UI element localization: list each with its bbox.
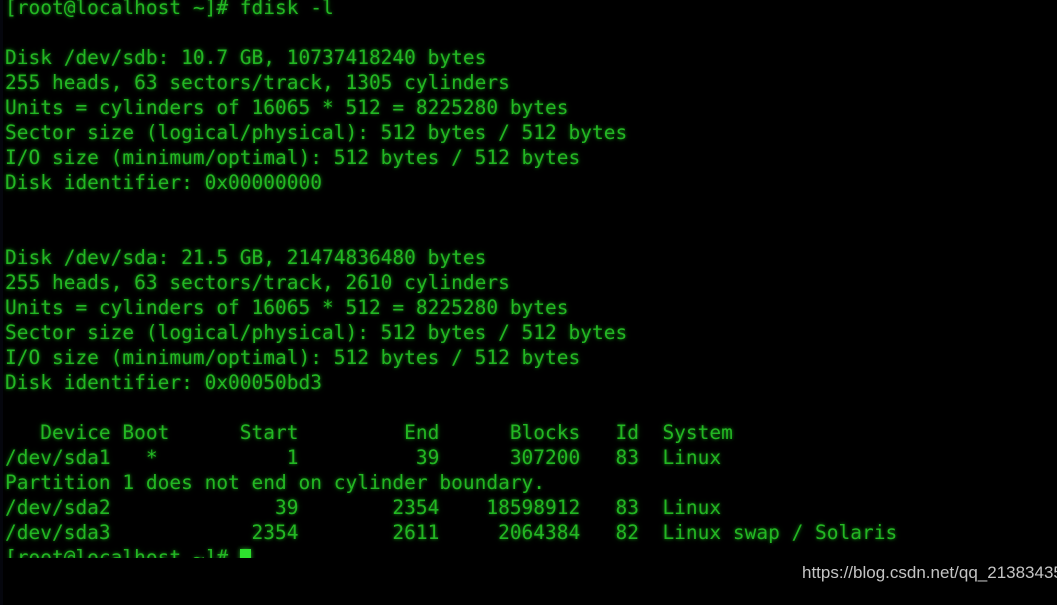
- table-row: /dev/sda3 2354 2611 2064384 82 Linux swa…: [5, 521, 898, 544]
- disk-sda-geometry-line-5: I/O size (minimum/optimal): 512 bytes / …: [5, 346, 581, 369]
- terminal-left-edge: [0, 0, 3, 605]
- partition-table-header: Device Boot Start End Blocks Id System: [5, 421, 733, 444]
- disk-sdb-geometry-line-4: Sector size (logical/physical): 512 byte…: [5, 121, 628, 144]
- disk-sdb-geometry-line-5: I/O size (minimum/optimal): 512 bytes / …: [5, 146, 581, 169]
- disk-sda-geometry-line-2: 255 heads, 63 sectors/track, 2610 cylind…: [5, 271, 510, 294]
- prompt-text: [root@localhost ~]#: [5, 546, 229, 558]
- table-row: /dev/sda2 39 2354 18598912 83 Linux: [5, 496, 722, 519]
- terminal-prompt-line[interactable]: [root@localhost ~]#: [5, 545, 1057, 558]
- terminal-command-line: [root@localhost ~]# fdisk -l: [5, 0, 334, 19]
- table-row: /dev/sda1 * 1 39 307200 83 Linux: [5, 446, 722, 469]
- disk-sda-geometry-line-3: Units = cylinders of 16065 * 512 = 82252…: [5, 296, 569, 319]
- disk-sda-identifier-line: Disk identifier: 0x00050bd3: [5, 371, 322, 394]
- disk-sdb-identifier-line: Disk identifier: 0x00000000: [5, 171, 322, 194]
- disk-sda-geometry-line-1: Disk /dev/sda: 21.5 GB, 21474836480 byte…: [5, 246, 487, 269]
- disk-sdb-geometry-line-2: 255 heads, 63 sectors/track, 1305 cylind…: [5, 71, 510, 94]
- disk-sda-geometry-line-4: Sector size (logical/physical): 512 byte…: [5, 321, 628, 344]
- disk-sdb-geometry-line-1: Disk /dev/sdb: 10.7 GB, 10737418240 byte…: [5, 46, 487, 69]
- terminal-screen[interactable]: [root@localhost ~]# fdisk -l Disk /dev/s…: [5, 0, 1057, 605]
- disk-sdb-geometry-line-3: Units = cylinders of 16065 * 512 = 82252…: [5, 96, 569, 119]
- text-cursor: [239, 549, 251, 558]
- terminal-window[interactable]: [root@localhost ~]# fdisk -l Disk /dev/s…: [0, 0, 1057, 605]
- partition-boundary-warning: Partition 1 does not end on cylinder bou…: [5, 471, 546, 494]
